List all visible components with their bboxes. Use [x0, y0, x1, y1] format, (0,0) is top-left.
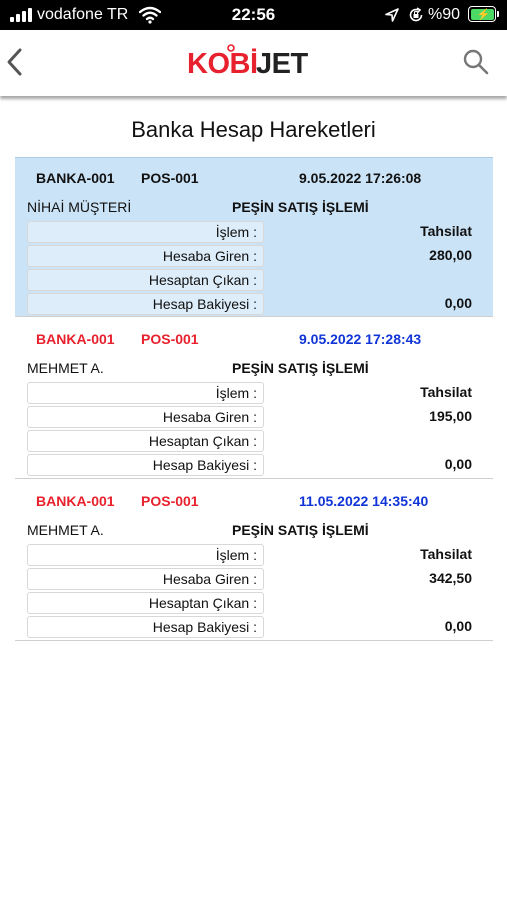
- transaction-date: 9.05.2022 17:26:08: [299, 170, 422, 186]
- label-hesap-bakiyesi: Hesap Bakiyesi :: [27, 454, 264, 476]
- field-row-hesaba-giren: Hesaba Giren : 280,00: [27, 245, 483, 267]
- field-row-hesaptan-cikan: Hesaptan Çıkan :: [27, 430, 483, 452]
- label-hesap-bakiyesi: Hesap Bakiyesi :: [27, 293, 264, 315]
- field-row-islem: İşlem : Tahsilat: [27, 382, 483, 404]
- field-row-hesaptan-cikan: Hesaptan Çıkan :: [27, 269, 483, 291]
- value-hesaba-giren: 280,00: [429, 247, 472, 263]
- rotation-lock-icon: [409, 7, 423, 22]
- label-hesaba-giren: Hesaba Giren :: [27, 406, 264, 428]
- label-islem: İşlem :: [27, 221, 264, 243]
- value-hesaba-giren: 342,50: [429, 570, 472, 586]
- status-bar: vodafone TR 22:56 %90 ⚡: [0, 0, 507, 30]
- label-hesaba-giren: Hesaba Giren :: [27, 568, 264, 590]
- customer-name: MEHMET A.: [27, 522, 104, 538]
- customer-name: NİHAİ MÜŞTERİ: [27, 199, 132, 215]
- bank-code: BANKA-001: [36, 170, 115, 186]
- label-islem: İşlem :: [27, 544, 264, 566]
- location-icon: [385, 8, 399, 22]
- label-hesaba-giren: Hesaba Giren :: [27, 245, 264, 267]
- transaction-date: 11.05.2022 14:35:40: [299, 493, 429, 509]
- value-islem: Tahsilat: [420, 384, 472, 400]
- field-row-hesaptan-cikan: Hesaptan Çıkan :: [27, 592, 483, 614]
- transaction-type: PEŞİN SATIŞ İŞLEMİ: [232, 199, 369, 215]
- pos-code: POS-001: [141, 331, 199, 347]
- value-hesaptan-cikan: [267, 269, 472, 291]
- customer-name: MEHMET A.: [27, 360, 104, 376]
- chevron-left-icon[interactable]: [2, 44, 34, 80]
- kobijet-logo: KOBİ JET: [187, 44, 309, 80]
- value-hesaba-giren: 195,00: [429, 408, 472, 424]
- transaction-date: 9.05.2022 17:28:43: [299, 331, 422, 347]
- nav-bar: KOBİ JET: [0, 30, 507, 96]
- page-title: Banka Hesap Hareketleri: [131, 117, 376, 142]
- bank-code: BANKA-001: [36, 493, 115, 509]
- transaction-record[interactable]: BANKA-001 POS-001 9.05.2022 17:26:08 NİH…: [15, 157, 493, 317]
- label-hesap-bakiyesi: Hesap Bakiyesi :: [27, 616, 264, 638]
- field-row-hesap-bakiyesi: Hesap Bakiyesi : 0,00: [27, 293, 483, 315]
- pos-code: POS-001: [141, 170, 199, 186]
- logo-part2: JET: [256, 48, 308, 80]
- battery-charging-icon: ⚡: [468, 6, 499, 22]
- label-hesaptan-cikan: Hesaptan Çıkan :: [27, 430, 264, 452]
- label-islem: İşlem :: [27, 382, 264, 404]
- field-row-islem: İşlem : Tahsilat: [27, 221, 483, 243]
- value-hesap-bakiyesi: 0,00: [444, 618, 472, 634]
- value-hesaptan-cikan: [267, 592, 472, 614]
- field-row-hesap-bakiyesi: Hesap Bakiyesi : 0,00: [27, 454, 483, 476]
- value-hesap-bakiyesi: 0,00: [444, 295, 472, 311]
- value-islem: Tahsilat: [420, 546, 472, 562]
- transaction-record[interactable]: BANKA-001 POS-001 11.05.2022 14:35:40 ME…: [15, 481, 493, 641]
- bank-code: BANKA-001: [36, 331, 115, 347]
- label-hesaptan-cikan: Hesaptan Çıkan :: [27, 269, 264, 291]
- transaction-type: PEŞİN SATIŞ İŞLEMİ: [232, 360, 369, 376]
- value-hesaptan-cikan: [267, 430, 472, 452]
- value-islem: Tahsilat: [420, 223, 472, 239]
- field-row-hesap-bakiyesi: Hesap Bakiyesi : 0,00: [27, 616, 483, 638]
- field-row-hesaba-giren: Hesaba Giren : 195,00: [27, 406, 483, 428]
- battery-percent: %90: [428, 6, 461, 23]
- value-hesap-bakiyesi: 0,00: [444, 456, 472, 472]
- label-hesaptan-cikan: Hesaptan Çıkan :: [27, 592, 264, 614]
- logo-part1: KOBİ: [187, 48, 258, 80]
- field-row-islem: İşlem : Tahsilat: [27, 544, 483, 566]
- transaction-record[interactable]: BANKA-001 POS-001 9.05.2022 17:28:43 MEH…: [15, 319, 493, 479]
- pos-code: POS-001: [141, 493, 199, 509]
- search-icon[interactable]: [462, 48, 490, 76]
- transaction-type: PEŞİN SATIŞ İŞLEMİ: [232, 522, 369, 538]
- field-row-hesaba-giren: Hesaba Giren : 342,50: [27, 568, 483, 590]
